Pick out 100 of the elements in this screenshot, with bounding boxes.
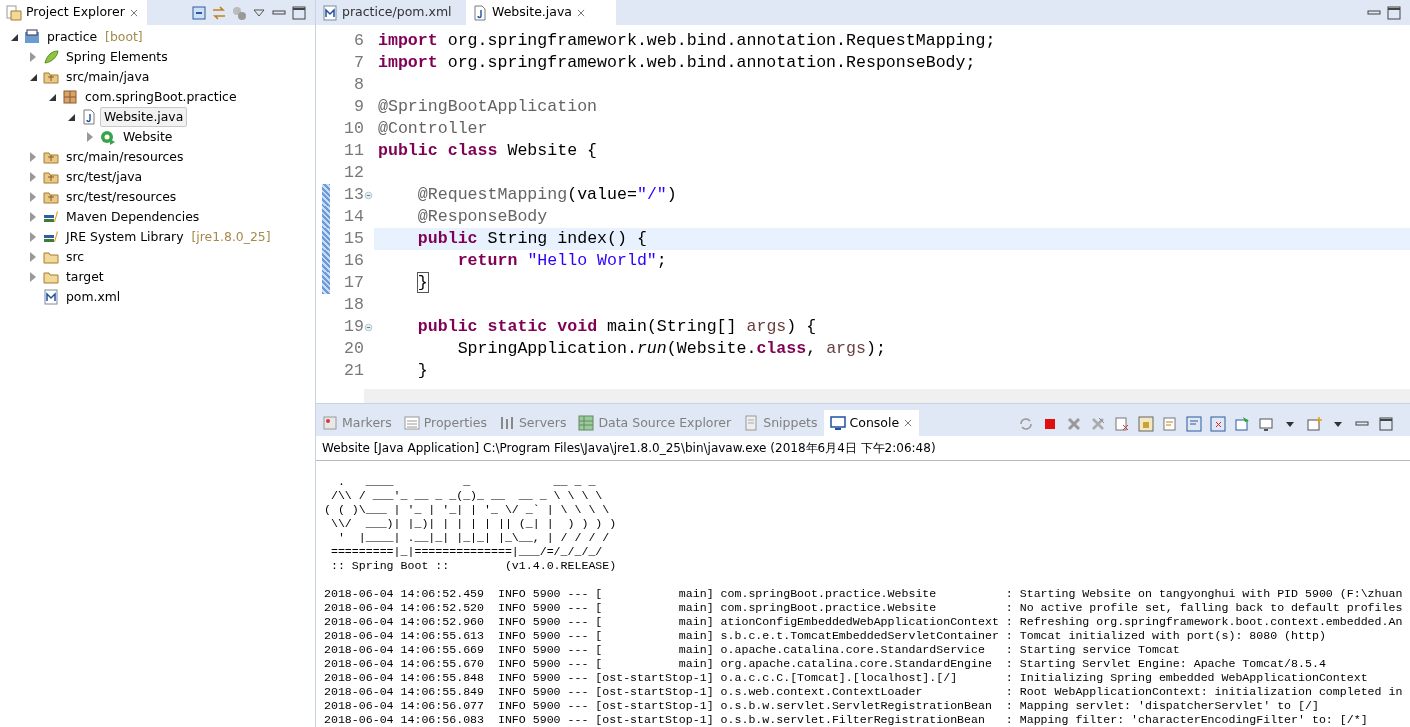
view-tab[interactable]: Project Explorer (0, 0, 147, 25)
line-number: 11 (343, 139, 364, 162)
tree-item-decoration: [jre1.8.0_25] (191, 227, 271, 246)
banner-line: ( ( )\___ | '_ | '_| | '_ \/ _` | \ \ \ \ (324, 503, 611, 517)
tree-item[interactable]: Spring Elements (62, 46, 172, 68)
view-tab[interactable]: Console (823, 410, 920, 436)
tree-item[interactable]: src/main/resources (62, 146, 188, 168)
log-line: 2018-06-04 14:06:52.520 INFO 5900 --- [ main] com.springBoot.practice.Website : No active profile set, falling back to default profiles (324, 601, 1404, 615)
code-line: public String index() { (416, 227, 647, 250)
banner-line: \\/ ___)| |_)| | | | | || (_| | ) ) ) ) (329, 517, 618, 531)
banner-line: =========|_|==============|___/=/_/_/_/ (329, 545, 604, 559)
pin-icon[interactable] (1234, 416, 1250, 432)
tree-item[interactable]: Website (119, 126, 177, 148)
code-line: } (416, 271, 428, 294)
clear-console-icon[interactable] (1114, 416, 1130, 432)
new-console-icon[interactable] (1306, 416, 1322, 432)
code-line: SpringApplication.run(Website.class, args); (456, 337, 886, 360)
code-line: public static void main(String[] args) { (416, 315, 817, 338)
terminate-icon[interactable] (1042, 416, 1058, 432)
tree-item[interactable]: JRE System Library (62, 226, 188, 248)
remove-all-icon[interactable] (1090, 416, 1106, 432)
markers-icon (322, 415, 338, 431)
tree-item[interactable]: target (62, 266, 108, 288)
class-icon (100, 129, 116, 145)
java-file-icon (472, 4, 488, 21)
show-output-icon[interactable] (1186, 416, 1202, 432)
tree-item[interactable]: practice (43, 26, 102, 48)
log-line: 2018-06-04 14:06:56.077 INFO 5900 --- [ost-startStop-1] o.s.b.w.servlet.ServletRegistrationBean : Mapping servlet: 'dispatcherServlet' to [/] (324, 699, 1320, 713)
line-number: 6 (353, 29, 364, 52)
tree-item[interactable]: src (62, 246, 89, 268)
collapse-all-icon[interactable] (191, 4, 207, 21)
banner-line: :: Spring Boot :: (v1.4.0.RELEASE) (329, 559, 618, 573)
log-line: 2018-06-04 14:06:52.960 INFO 5900 --- [ main] ationConfigEmbeddedWebApplicationContext : Refreshing org.springframework.boot.context.embedded.An (324, 615, 1404, 629)
tree-item[interactable]: src/test/resources (62, 186, 181, 208)
folder-icon (43, 269, 59, 285)
close-icon[interactable] (576, 7, 586, 18)
library-icon (43, 209, 59, 225)
remove-icon[interactable] (1066, 416, 1082, 432)
maximize-icon[interactable] (1386, 4, 1402, 21)
maximize-icon[interactable] (1378, 416, 1394, 432)
log-line: 2018-06-04 14:06:55.670 INFO 5900 --- [ main] org.apache.catalina.core.StandardEngine : Starting Servlet Engine: Apache Tomcat/8.5.4 (324, 657, 1327, 671)
line-number: 12 (343, 161, 364, 184)
library-icon (43, 229, 59, 245)
maven-file-icon (43, 289, 59, 305)
code-line: public class Website { (378, 139, 598, 162)
properties-icon (403, 415, 420, 431)
banner-line: . ____ _ __ _ _ (336, 475, 597, 489)
line-number: 8 (353, 73, 364, 96)
log-line: 2018-06-04 14:06:55.849 INFO 5900 --- [ost-startStop-1] o.s.web.context.ContextLoader : Root WebApplicationContext: initialization completed in (324, 685, 1404, 699)
line-number: 17 (343, 271, 364, 294)
close-icon[interactable] (903, 418, 914, 428)
package-folder-icon (43, 69, 59, 85)
word-wrap-icon[interactable] (1162, 416, 1178, 432)
code-line: @Controller (378, 117, 488, 140)
tree-item-decoration: [boot] (105, 27, 143, 46)
line-number: 13 (343, 183, 364, 206)
display-console-icon[interactable] (1258, 416, 1274, 432)
servers-icon (498, 415, 515, 431)
line-number: 20 (343, 337, 364, 360)
log-line: 2018-06-04 14:06:56.083 INFO 5900 --- [ost-startStop-1] o.s.b.w.servlet.FilterRegistrationBean : Mapping filter: 'characterEncodingFilter' to: [/*] (324, 713, 1369, 727)
gears-icon[interactable] (231, 4, 247, 21)
horizontal-scrollbar[interactable] (364, 389, 1410, 403)
show-error-icon[interactable] (1210, 416, 1226, 432)
code-line: @ResponseBody (416, 205, 548, 228)
close-icon[interactable] (128, 7, 139, 18)
log-line: 2018-06-04 14:06:55.848 INFO 5900 --- [ost-startStop-1] o.a.c.c.C.[Tomcat].[localhost].[/] : Initializing Spring embedded WebApplicationContext (324, 671, 1369, 685)
maximize-icon[interactable] (291, 4, 307, 21)
explorer-icon (6, 4, 22, 21)
link-icon[interactable] (211, 4, 227, 21)
code-line: @SpringBootApplication (378, 95, 598, 118)
database-icon (578, 415, 595, 431)
java-file-icon (81, 109, 97, 125)
fold-icon[interactable] (364, 190, 373, 200)
fold-icon[interactable] (364, 322, 373, 332)
package-icon (62, 89, 78, 105)
code-line: return "Hello World"; (456, 249, 667, 272)
tree-item[interactable]: pom.xml (62, 286, 125, 308)
console-icon (829, 415, 846, 431)
log-line: 2018-06-04 14:06:55.669 INFO 5900 --- [ main] o.apache.catalina.core.StandardService : Starting service Tomcat (324, 643, 1181, 657)
editor-tab[interactable]: Website.java (466, 0, 616, 25)
tree-item[interactable]: Website.java (100, 106, 188, 128)
tree-item[interactable]: Maven Dependencies (62, 206, 204, 228)
line-number: 10 (343, 117, 364, 140)
banner-line: ' |____| .__|_| |_|_| |_\__, | / / / / (336, 531, 611, 545)
scroll-lock-icon[interactable] (1138, 416, 1154, 432)
line-number: 14 (343, 205, 364, 228)
package-folder-icon (43, 149, 59, 165)
log-line: 2018-06-04 14:06:52.459 INFO 5900 --- [ main] com.springBoot.practice.Website : Starting Website on tangyonghui with PID 5900 (F:\zhuan (324, 587, 1404, 601)
folder-icon (43, 249, 59, 265)
code-line: @RequestMapping(value="/") (416, 183, 677, 206)
tree-item[interactable]: com.springBoot.practice (81, 86, 241, 108)
tree-item[interactable]: src/main/java (62, 66, 154, 88)
leaf-icon (43, 49, 59, 65)
tree-item[interactable]: src/test/java (62, 166, 147, 188)
line-number: 15 (343, 227, 364, 250)
sync-icon[interactable] (1018, 416, 1034, 432)
line-number: 16 (343, 249, 364, 272)
log-line: 2018-06-04 14:06:55.613 INFO 5900 --- [ main] s.b.c.e.t.TomcatEmbeddedServletContainer : Tomcat initialized with port(s): 8080 (http) (324, 629, 1327, 643)
banner-line: /\\ / ___'_ __ _ _(_)_ __ __ _ \ \ \ \ (329, 489, 604, 503)
line-number: 21 (343, 359, 364, 382)
